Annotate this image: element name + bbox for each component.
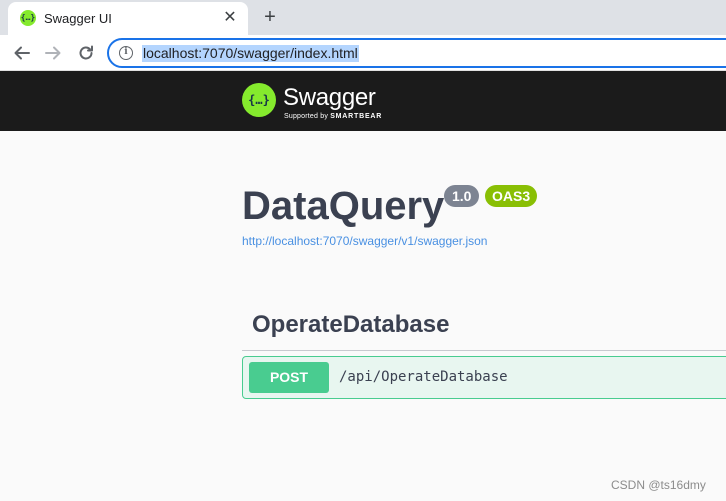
swagger-json-link[interactable]: http://localhost:7070/swagger/v1/swagger… — [242, 234, 487, 248]
reload-icon[interactable] — [73, 40, 99, 66]
swagger-topbar: {…} Swagger Supported by SMARTBEAR — [0, 71, 726, 131]
new-tab-icon[interactable]: + — [258, 5, 282, 29]
site-info-icon[interactable]: i — [119, 46, 133, 60]
favicon-glyph: {…} — [20, 13, 36, 22]
oas-badge: OAS3 — [485, 185, 538, 207]
smartbear-tagline: Supported by SMARTBEAR — [284, 113, 382, 120]
post-operation-block[interactable]: POST /api/OperateDatabase — [242, 356, 726, 399]
browser-tab[interactable]: {…} Swagger UI ✕ — [8, 2, 248, 35]
forward-arrow-icon[interactable] — [40, 40, 66, 66]
swagger-logo-text[interactable]: Swagger — [283, 84, 376, 112]
post-method-badge[interactable]: POST — [249, 362, 329, 393]
tab-title: Swagger UI — [44, 11, 112, 26]
tagline-brand: SMARTBEAR — [330, 113, 383, 120]
tag-divider — [242, 350, 726, 351]
back-arrow-icon[interactable] — [9, 40, 35, 66]
swagger-logo-icon[interactable]: {…} — [242, 83, 276, 117]
swagger-favicon-icon: {…} — [20, 10, 36, 26]
browser-tab-strip: {…} Swagger UI ✕ + — [0, 0, 726, 35]
url-text[interactable]: localhost:7070/swagger/index.html — [142, 45, 359, 62]
browser-toolbar: i localhost:7070/swagger/index.html — [0, 35, 726, 71]
logo-glyph: {…} — [248, 93, 270, 107]
tab-close-icon[interactable]: ✕ — [220, 8, 240, 28]
watermark: CSDN @ts16dmy — [611, 478, 706, 492]
api-title: DataQuery — [242, 184, 445, 228]
address-bar[interactable]: i localhost:7070/swagger/index.html — [107, 38, 726, 68]
operation-tag-header[interactable]: OperateDatabase — [252, 311, 449, 339]
operation-path[interactable]: /api/OperateDatabase — [339, 369, 508, 385]
tagline-prefix: Supported by — [284, 113, 329, 120]
version-badge: 1.0 — [444, 185, 480, 207]
